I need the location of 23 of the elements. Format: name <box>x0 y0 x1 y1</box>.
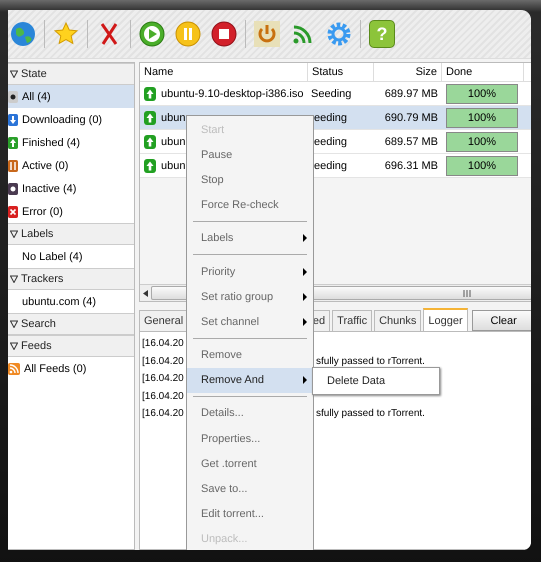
torrent-name: ubun <box>161 136 186 148</box>
progress-bar: 100% <box>446 132 518 152</box>
torrent-name: ubun <box>161 160 186 172</box>
torrent-size: 690.79 MB <box>384 112 438 124</box>
progress-bar: 100% <box>446 108 518 128</box>
log-timestamp: [16.04.20 <box>142 408 184 420</box>
torrent-status: eeding <box>314 160 348 172</box>
log-timestamp: [16.04.20 <box>142 356 184 367</box>
log-timestamp: [16.04.20 <box>142 390 184 402</box>
progress-bar: 100% <box>446 156 518 176</box>
log-message: sfully passed to rTorrent. <box>316 408 426 420</box>
log-timestamp: [16.04.20 <box>142 338 184 350</box>
log-timestamp: [16.04.20 <box>142 373 184 384</box>
torrent-size: 689.97 MB <box>384 88 438 100</box>
torrent-status: eeding <box>314 136 348 148</box>
torrent-size: 696.31 MB <box>384 160 438 172</box>
torrent-name: ubuntu-9.10-desktop-i386.iso <box>161 88 304 100</box>
torrent-name: ubun <box>161 112 186 124</box>
torrent-size: 689.57 MB <box>384 136 438 148</box>
log-message: sfully passed to rTorrent. <box>316 356 426 367</box>
progress-bar: 100% <box>446 84 518 104</box>
torrent-status: Seeding <box>311 88 352 100</box>
torrent-status: eeding <box>314 112 348 124</box>
